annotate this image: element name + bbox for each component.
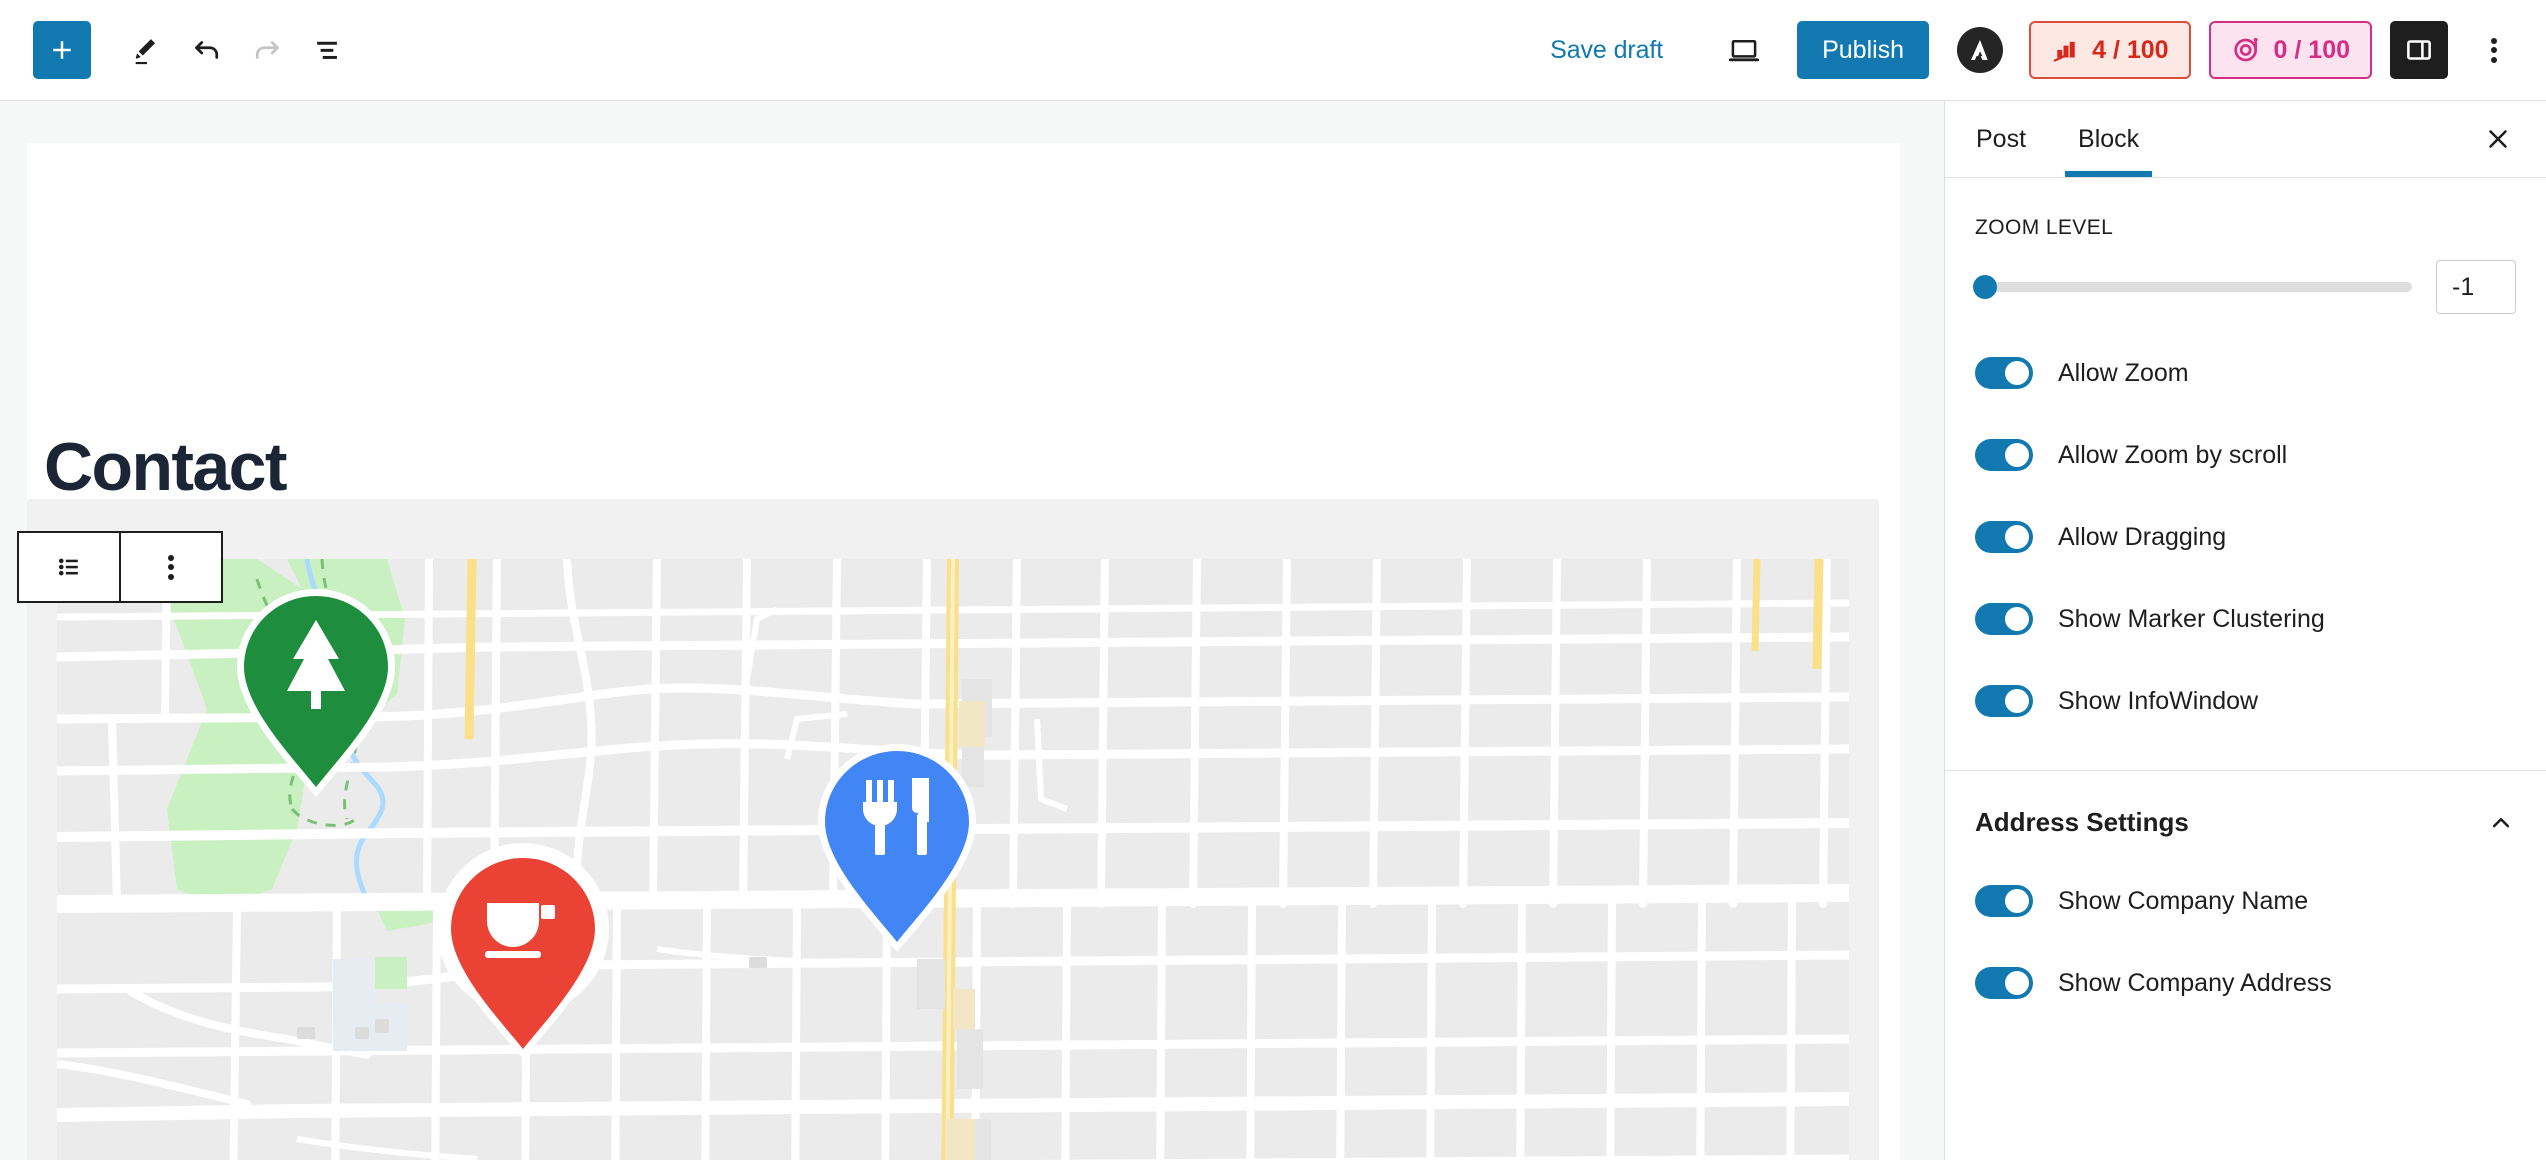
settings-sidebar: Post Block ZOOM LEVEL -1 Allow Zoom Allo… — [1944, 101, 2546, 1160]
zoom-level-slider-thumb[interactable] — [1973, 275, 1997, 299]
redo-icon — [249, 32, 285, 68]
settings-sidebar-toggle-button[interactable] — [2390, 21, 2448, 79]
park-marker[interactable] — [237, 589, 395, 797]
undo-icon — [189, 32, 225, 68]
avada-logo[interactable] — [1957, 27, 2004, 73]
toggle-row-show-company-address: Show Company Address — [1975, 954, 2516, 1012]
redo-button[interactable] — [237, 20, 297, 80]
toggle-show-company-address[interactable] — [1975, 967, 2033, 999]
toggle-knob — [2005, 971, 2029, 995]
zoom-level-slider[interactable] — [1973, 275, 2412, 299]
close-icon — [2483, 124, 2513, 154]
restaurant-marker[interactable] — [818, 744, 976, 952]
block-list-icon — [53, 551, 85, 583]
map-canvas[interactable] — [57, 559, 1849, 1160]
block-toolbar — [17, 531, 223, 603]
map-markers-layer — [237, 589, 976, 1059]
kebab-menu-icon — [168, 551, 174, 583]
kebab-menu-icon — [2491, 34, 2497, 66]
toggle-row-show-infowindow: Show InfoWindow — [1975, 672, 2516, 730]
toggle-knob — [2005, 607, 2029, 631]
toggle-knob — [2005, 525, 2029, 549]
tools-pencil-button[interactable] — [117, 20, 177, 80]
save-draft-button[interactable]: Save draft — [1536, 26, 1677, 75]
address-settings-panel-header[interactable]: Address Settings — [1945, 771, 2546, 848]
editor-canvas-area: Contact — [0, 101, 1944, 1160]
list-view-icon — [310, 33, 344, 67]
readability-score-badge[interactable]: 4 / 100 — [2029, 21, 2191, 79]
publish-button[interactable]: Publish — [1797, 21, 1930, 79]
aioseo-logo-icon — [2231, 34, 2263, 66]
editor-header-left-tools — [0, 20, 357, 80]
toggle-row-allow-dragging: Allow Dragging — [1975, 508, 2516, 566]
toggle-row-show-marker-clustering: Show Marker Clustering — [1975, 590, 2516, 648]
undo-button[interactable] — [177, 20, 237, 80]
toggle-label-allow-dragging: Allow Dragging — [2058, 522, 2227, 551]
toggle-knob — [2005, 361, 2029, 385]
preview-button[interactable] — [1715, 21, 1773, 79]
toggle-allow-dragging[interactable] — [1975, 521, 2033, 553]
toggle-label-show-company-address: Show Company Address — [2058, 968, 2332, 997]
block-more-options-button[interactable] — [121, 533, 221, 601]
editor-header: Save draft Publish 4 / 100 0 / 100 — [0, 0, 2546, 101]
toggle-knob — [2005, 443, 2029, 467]
sidebar-tabs: Post Block — [1945, 101, 2546, 178]
tab-post[interactable]: Post — [1950, 101, 2052, 177]
editor-options-button[interactable] — [2468, 21, 2520, 79]
post-canvas: Contact — [17, 143, 1900, 1160]
readability-chart-icon — [2051, 35, 2081, 65]
add-block-button[interactable] — [33, 21, 91, 79]
block-select-parent-button[interactable] — [19, 533, 119, 601]
toggle-label-allow-zoom-by-scroll: Allow Zoom by scroll — [2058, 440, 2288, 469]
toggle-row-show-company-name: Show Company Name — [1975, 872, 2516, 930]
zoom-level-section: ZOOM LEVEL -1 Allow Zoom Allow Zoom by s… — [1945, 178, 2546, 730]
cafe-marker[interactable] — [437, 843, 609, 1059]
avada-a-icon — [1965, 35, 1995, 65]
toggle-show-infowindow[interactable] — [1975, 685, 2033, 717]
readability-score-value: 4 / 100 — [2092, 35, 2169, 64]
toggle-row-allow-zoom: Allow Zoom — [1975, 344, 2516, 402]
plus-icon — [47, 35, 77, 65]
sidebar-panel-icon — [2402, 33, 2436, 67]
toggle-label-show-company-name: Show Company Name — [2058, 886, 2309, 915]
aioseo-score-badge[interactable]: 0 / 100 — [2208, 21, 2372, 79]
document-overview-button[interactable] — [297, 20, 357, 80]
toggle-show-marker-clustering[interactable] — [1975, 603, 2033, 635]
close-sidebar-button[interactable] — [2464, 101, 2532, 177]
page-title[interactable]: Contact — [44, 433, 288, 501]
toggle-knob — [2005, 689, 2029, 713]
toggle-label-show-infowindow: Show InfoWindow — [2058, 686, 2259, 715]
address-settings-section: Show Company Name Show Company Address — [1945, 872, 2546, 1012]
toggle-allow-zoom-by-scroll[interactable] — [1975, 439, 2033, 471]
desktop-preview-icon — [1725, 31, 1763, 69]
aioseo-score-value: 0 / 100 — [2273, 35, 2350, 64]
editor-header-right-tools: Save draft Publish 4 / 100 0 / 100 — [1536, 21, 2546, 79]
address-settings-title: Address Settings — [1975, 807, 2189, 837]
toggle-row-allow-zoom-by-scroll: Allow Zoom by scroll — [1975, 426, 2516, 484]
toggle-allow-zoom[interactable] — [1975, 357, 2033, 389]
zoom-level-label: ZOOM LEVEL — [1975, 216, 2114, 239]
toggle-show-company-name[interactable] — [1975, 885, 2033, 917]
toggle-label-allow-zoom: Allow Zoom — [2058, 358, 2189, 387]
toggle-knob — [2005, 889, 2029, 913]
pencil-icon — [130, 33, 164, 67]
zoom-level-control: -1 — [1973, 260, 2516, 320]
tab-block[interactable]: Block — [2052, 101, 2165, 177]
zoom-level-input[interactable]: -1 — [2436, 260, 2516, 314]
toggle-label-show-marker-clustering: Show Marker Clustering — [2058, 604, 2325, 633]
chevron-up-icon — [2486, 808, 2516, 838]
map-block[interactable] — [27, 499, 1879, 1160]
